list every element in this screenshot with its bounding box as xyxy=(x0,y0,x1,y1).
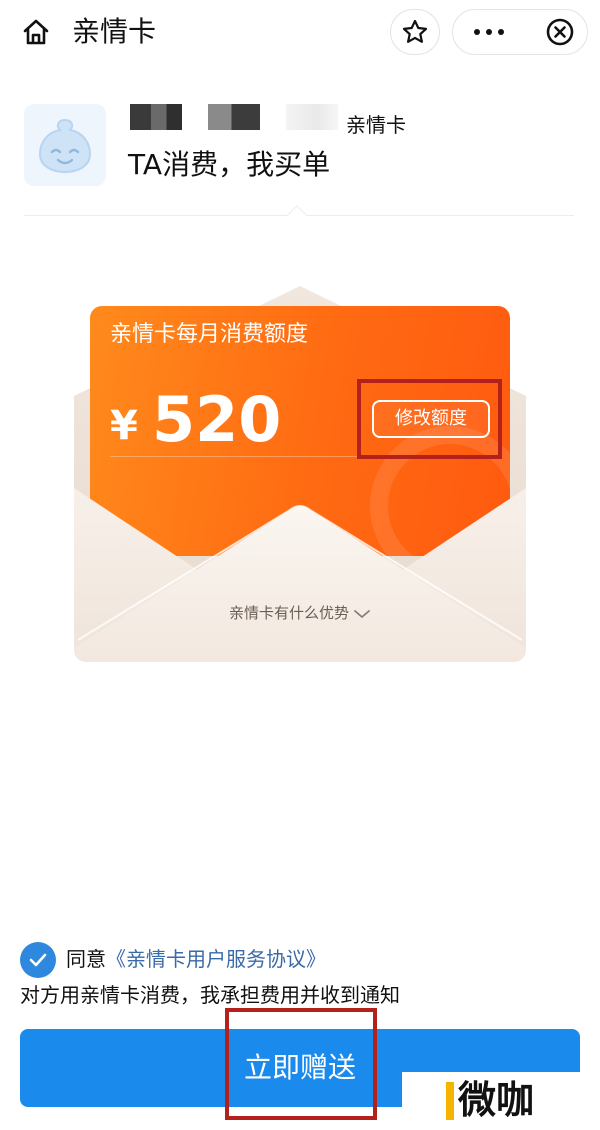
watermark-text: 微咖 xyxy=(458,1078,535,1122)
card-name-label: 亲情卡 xyxy=(346,113,406,137)
chevron-down-icon xyxy=(354,609,370,618)
slogan-text: TA消费，我买单 xyxy=(128,148,331,181)
favorite-button[interactable] xyxy=(390,9,440,55)
mascot-avatar-icon xyxy=(38,118,92,174)
mascot-avatar xyxy=(24,104,106,186)
star-icon xyxy=(402,19,428,43)
currency-symbol: ¥ xyxy=(110,403,138,449)
modify-highlight-box xyxy=(357,379,502,459)
close-button[interactable] xyxy=(533,10,587,54)
home-button[interactable] xyxy=(18,14,54,50)
blurred-username-part xyxy=(208,104,260,130)
page-title: 亲情卡 xyxy=(72,15,157,48)
submit-highlight-box xyxy=(225,1008,377,1120)
quota-amount: 520 xyxy=(152,383,282,456)
user-agreement-link[interactable]: 《亲情卡用户服务协议》 xyxy=(106,947,326,971)
agreement-text: 同意《亲情卡用户服务协议》 xyxy=(66,944,326,974)
home-icon xyxy=(23,19,49,45)
more-button[interactable] xyxy=(453,10,525,54)
top-nav-bar: 亲情卡 xyxy=(0,0,600,64)
mini-program-capsule xyxy=(452,9,588,55)
watermark-bar xyxy=(446,1082,454,1120)
blurred-username-part xyxy=(286,104,338,130)
blurred-username-part xyxy=(130,104,182,130)
envelope-front xyxy=(74,488,526,662)
advantage-label: 亲情卡有什么优势 xyxy=(228,604,349,622)
watermark: 微咖 xyxy=(402,1072,586,1126)
divider-notch xyxy=(287,205,307,225)
check-icon xyxy=(29,953,47,967)
card-title: 亲情卡每月消费额度 xyxy=(110,322,309,347)
agree-prefix: 同意 xyxy=(66,947,106,971)
agree-checkbox[interactable] xyxy=(20,942,56,978)
charge-notice: 对方用亲情卡消费，我承担费用并收到通知 xyxy=(20,983,400,1007)
advantage-toggle[interactable]: 亲情卡有什么优势 xyxy=(0,600,600,626)
close-icon xyxy=(546,18,574,46)
more-icon xyxy=(471,29,507,35)
